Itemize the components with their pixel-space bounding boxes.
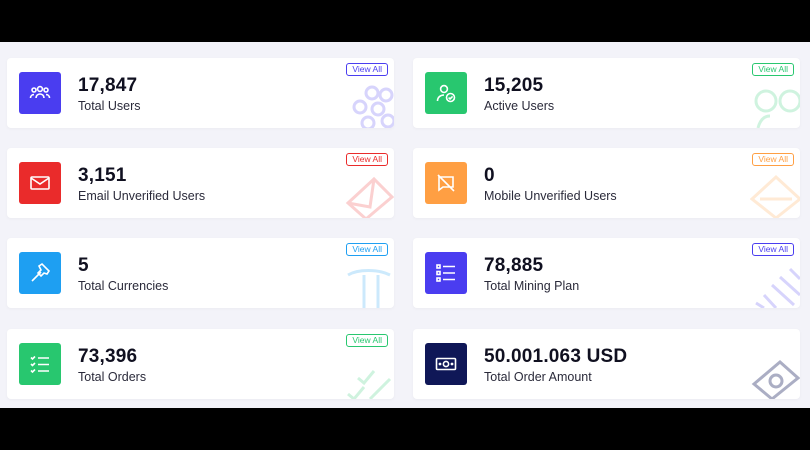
view-all-total-users-link[interactable]: View All [346,63,388,76]
money-bill-watermark-icon [750,354,800,399]
message-slash-icon [425,162,467,204]
widget-value: 17,847 [78,75,138,96]
message-watermark-icon [749,173,800,218]
widget-value: 73,396 [78,346,138,367]
widget-value: 50.001.063 USD [484,346,628,367]
widget-label: Total Mining Plan [484,279,580,293]
widget-active-users: 15,205 Active Users View All [413,58,800,128]
widget-value: 78,885 [484,255,544,276]
users-group-icon [19,72,61,114]
widget-value: 15,205 [484,75,544,96]
view-all-orders-link[interactable]: View All [346,334,388,347]
view-all-mining-plan-link[interactable]: View All [752,243,794,256]
users-watermark-icon [344,83,394,128]
list-watermark-icon [750,263,800,308]
user-check-icon [425,72,467,114]
widget-label: Total Currencies [78,279,169,293]
widget-label: Total Users [78,99,141,113]
widget-total-currencies: 5 Total Currencies View All [7,238,394,308]
widget-email-unverified-users: 3,151 Email Unverified Users View All [7,148,394,218]
view-all-email-unverified-link[interactable]: View All [346,153,388,166]
hammer-icon [19,252,61,294]
widget-total-order-amount: 50.001.063 USD Total Order Amount [413,329,800,399]
checklist-watermark-icon [344,354,394,399]
envelope-icon [19,162,61,204]
view-all-active-users-link[interactable]: View All [752,63,794,76]
widget-value: 3,151 [78,165,127,186]
widget-label: Total Order Amount [484,370,592,384]
money-bill-icon [425,343,467,385]
widget-value: 0 [484,165,495,186]
widget-label: Mobile Unverified Users [484,189,617,203]
widget-mobile-unverified-users: 0 Mobile Unverified Users View All [413,148,800,218]
list-icon [425,252,467,294]
widget-total-users: 17,847 Total Users View All [7,58,394,128]
view-all-currencies-link[interactable]: View All [346,243,388,256]
view-all-mobile-unverified-link[interactable]: View All [752,153,794,166]
widget-label: Total Orders [78,370,147,384]
checklist-icon [19,343,61,385]
hammer-watermark-icon [344,263,394,308]
user-check-watermark-icon [750,83,800,128]
envelope-watermark-icon [344,173,394,218]
widget-total-orders: 73,396 Total Orders View All [7,329,394,399]
widget-total-mining-plan: 78,885 Total Mining Plan View All [413,238,800,308]
widget-label: Active Users [484,99,555,113]
dashboard-widgets: 17,847 Total Users View All 15,205 Activ… [0,42,810,408]
widget-label: Email Unverified Users [78,189,206,203]
widget-value: 5 [78,255,89,276]
